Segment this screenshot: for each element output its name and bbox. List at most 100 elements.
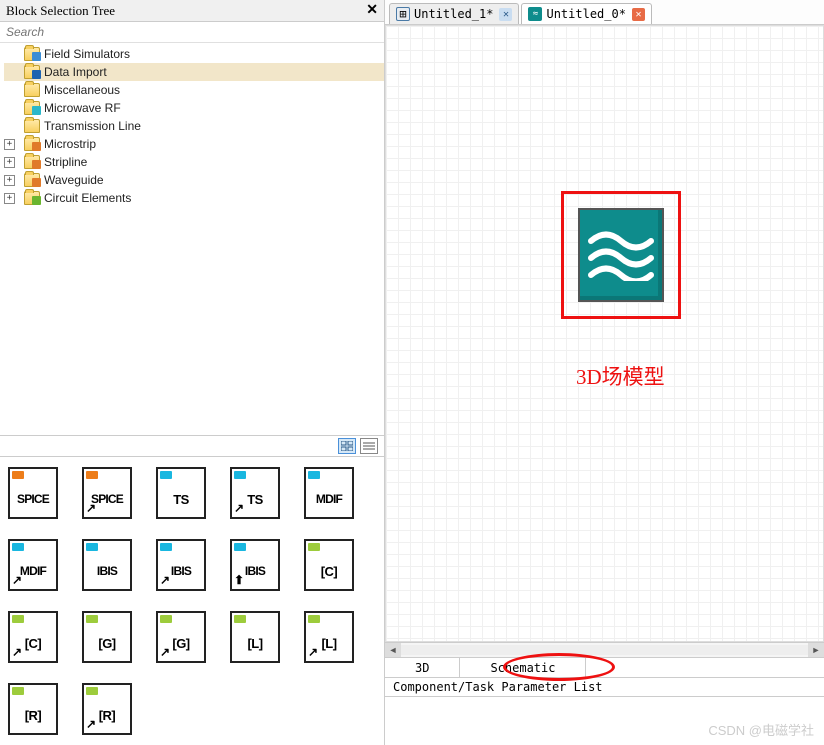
block-label: SPICE — [10, 481, 56, 517]
tree-item[interactable]: Data Import — [4, 63, 384, 81]
tree-label: Data Import — [44, 65, 107, 79]
block-flap-icon — [234, 471, 246, 479]
3d-model-block[interactable] — [578, 208, 664, 302]
tree-item[interactable]: + Circuit Elements — [4, 189, 384, 207]
tree-item[interactable]: Transmission Line — [4, 117, 384, 135]
close-icon[interactable]: ✕ — [499, 8, 512, 21]
parameter-list-body[interactable] — [385, 697, 824, 745]
document-tabs: ⊞Untitled_1*✕≈Untitled_0*✕ — [385, 0, 824, 25]
block-item[interactable]: IBIS — [82, 539, 132, 591]
block-flap-icon — [234, 615, 246, 623]
folder-icon — [24, 155, 40, 169]
close-icon[interactable]: ✕ — [632, 8, 645, 21]
block-flap-icon — [160, 543, 172, 551]
block-item[interactable]: [C]↗ — [8, 611, 58, 663]
block-item[interactable]: [L] — [230, 611, 280, 663]
folder-icon — [24, 173, 40, 187]
block-flap-icon — [12, 687, 24, 695]
block-arrow-icon: ↗ — [308, 645, 318, 659]
block-flap-icon — [12, 471, 24, 479]
block-arrow-icon: ↗ — [160, 573, 170, 587]
schematic-canvas[interactable]: 3D场模型 — [385, 25, 824, 642]
document-tab[interactable]: ⊞Untitled_1*✕ — [389, 3, 519, 24]
tree-item[interactable]: + Stripline — [4, 153, 384, 171]
document-tab[interactable]: ≈ Untitled_0* ✕ — [521, 3, 651, 24]
block-arrow-icon: ↗ — [12, 645, 22, 659]
expand-icon[interactable]: + — [4, 139, 15, 150]
tree-label: Microwave RF — [44, 101, 121, 115]
tree-item[interactable]: + Waveguide — [4, 171, 384, 189]
tab-3d[interactable]: 3D — [385, 658, 460, 677]
block-item[interactable]: IBIS↗ — [156, 539, 206, 591]
tree-close-icon[interactable]: ✕ — [366, 2, 378, 19]
block-flap-icon — [12, 615, 24, 623]
scroll-right-icon[interactable]: ► — [808, 643, 824, 657]
horizontal-scrollbar[interactable]: ◄ ► — [385, 642, 824, 658]
block-item[interactable]: [R] — [8, 683, 58, 735]
block-label: IBIS — [84, 553, 130, 589]
block-flap-icon — [86, 615, 98, 623]
tree-header: Block Selection Tree ✕ — [0, 0, 384, 22]
block-item[interactable]: [G] — [82, 611, 132, 663]
block-flap-icon — [86, 543, 98, 551]
block-flap-icon — [160, 471, 172, 479]
folder-icon — [24, 137, 40, 151]
block-item[interactable]: [L]↗ — [304, 611, 354, 663]
wave-icon: ≈ — [528, 7, 542, 21]
folder-icon — [24, 101, 40, 115]
block-item[interactable]: [R]↗ — [82, 683, 132, 735]
expand-icon[interactable]: + — [4, 193, 15, 204]
tree-title: Block Selection Tree — [6, 3, 115, 19]
tree-item[interactable]: Field Simulators — [4, 45, 384, 63]
block-item[interactable]: MDIF↗ — [8, 539, 58, 591]
block-item[interactable]: IBIS⬆ — [230, 539, 280, 591]
block-flap-icon — [234, 543, 246, 551]
block-item[interactable]: TS — [156, 467, 206, 519]
palette-toolbar — [0, 435, 384, 457]
wave-icon — [586, 226, 656, 284]
block-item[interactable]: SPICE↗ — [82, 467, 132, 519]
annotation-box — [561, 191, 681, 319]
tree-item[interactable]: Miscellaneous — [4, 81, 384, 99]
block-flap-icon — [160, 615, 172, 623]
view-list-icon[interactable] — [360, 438, 378, 454]
expand-icon[interactable]: + — [4, 157, 15, 168]
folder-icon — [24, 83, 40, 97]
tab-label: Untitled_0* — [546, 7, 625, 21]
tree-label: Circuit Elements — [44, 191, 131, 205]
block-flap-icon — [86, 471, 98, 479]
block-label: MDIF — [306, 481, 352, 517]
folder-icon — [24, 191, 40, 205]
block-item[interactable]: SPICE — [8, 467, 58, 519]
tab-schematic[interactable]: Schematic — [460, 658, 586, 677]
block-palette: SPICE SPICE↗ TS TS↗ MDIF MDIF↗ IBIS IBIS↗ IBIS⬆ [… — [0, 457, 384, 745]
block-arrow-icon: ↗ — [12, 573, 22, 587]
tree-label: Waveguide — [44, 173, 104, 187]
search-input[interactable] — [0, 22, 384, 43]
tree-label: Microstrip — [44, 137, 96, 151]
view-tabs: 3D Schematic — [385, 658, 824, 678]
block-label: [C] — [306, 553, 352, 589]
block-item[interactable]: [C] — [304, 539, 354, 591]
block-item[interactable]: TS↗ — [230, 467, 280, 519]
tree-item[interactable]: + Microstrip — [4, 135, 384, 153]
block-flap-icon — [308, 543, 320, 551]
block-arrow-icon: ↗ — [86, 717, 96, 731]
annotation-label: 3D场模型 — [576, 361, 665, 391]
view-grid-icon[interactable] — [338, 438, 356, 454]
expand-icon[interactable]: + — [4, 175, 15, 186]
tree-label: Transmission Line — [44, 119, 141, 133]
scroll-left-icon[interactable]: ◄ — [385, 643, 401, 657]
folder-icon — [24, 47, 40, 61]
tree-label: Stripline — [44, 155, 87, 169]
block-label: [L] — [232, 625, 278, 661]
block-tree: Field Simulators Data Import Miscellaneous… — [0, 43, 384, 209]
block-arrow-icon: ↗ — [234, 501, 244, 515]
block-item[interactable]: MDIF — [304, 467, 354, 519]
folder-icon — [24, 119, 40, 133]
tab-label: Untitled_1* — [414, 7, 493, 21]
block-flap-icon — [12, 543, 24, 551]
tree-item[interactable]: Microwave RF — [4, 99, 384, 117]
block-item[interactable]: [G]↗ — [156, 611, 206, 663]
block-flap-icon — [86, 687, 98, 695]
